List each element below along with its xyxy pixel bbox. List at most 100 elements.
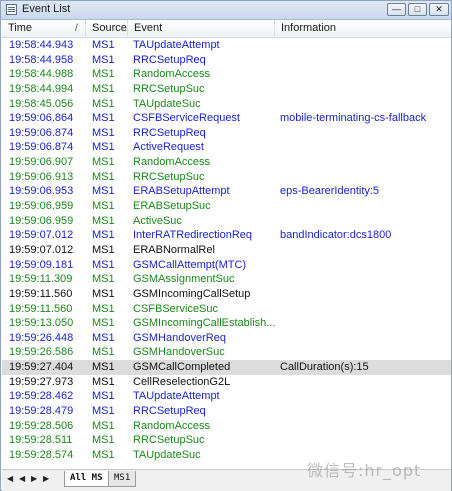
row-source: MS1 xyxy=(92,331,115,344)
nav-last-icon[interactable]: ▶ xyxy=(43,474,49,483)
table-row[interactable]: 19:59:09.181 MS1 GSMCallAttempt(MTC) xyxy=(2,258,451,273)
row-event: ERABSetupSuc xyxy=(133,200,211,213)
column-header-event[interactable]: Event xyxy=(128,20,275,37)
table-row[interactable]: 19:59:28.479 MS1 RRCSetupReq xyxy=(2,404,451,419)
row-event: TAUpdateSuc xyxy=(133,448,201,461)
table-row[interactable]: 19:59:11.309 MS1 GSMAssignmentSuc xyxy=(2,272,451,287)
row-time: 19:59:26.448 xyxy=(9,331,74,344)
row-event: RRCSetupReq xyxy=(133,405,206,418)
minimize-button[interactable]: — xyxy=(387,3,406,16)
row-time: 19:58:45.056 xyxy=(9,97,74,110)
event-list-window: Event List — □ ✕ Time / Source Event Inf… xyxy=(0,0,452,491)
row-time: 19:59:28.574 xyxy=(9,448,74,461)
row-event: CSFBServiceSuc xyxy=(133,302,218,315)
row-time: 19:59:06.864 xyxy=(9,112,74,125)
table-row[interactable]: 19:59:06.874 MS1 ActiveRequest xyxy=(2,140,451,155)
row-event: GSMHandoverReq xyxy=(133,331,226,344)
nav-next-icon[interactable]: ▶ xyxy=(31,474,37,483)
row-time: 19:59:06.907 xyxy=(9,156,74,169)
table-row[interactable]: 19:59:27.973 MS1 CellReselectionG2L xyxy=(2,375,451,390)
row-time: 19:59:07.012 xyxy=(9,229,74,242)
column-header: Time / Source Event Information xyxy=(2,20,451,38)
column-header-information[interactable]: Information xyxy=(275,20,451,37)
nav-prev-icon[interactable]: ◀ xyxy=(19,474,25,483)
table-row[interactable]: 19:59:28.506 MS1 RandomAccess xyxy=(2,419,451,434)
watermark: 微信号:hr_opt xyxy=(307,461,422,480)
row-time: 19:58:44.943 xyxy=(9,39,74,51)
table-row[interactable]: 19:58:44.994 MS1 RRCSetupSuc xyxy=(2,82,451,97)
table-row[interactable]: 19:59:26.586 MS1 GSMHandoverSuc xyxy=(2,345,451,360)
row-source: MS1 xyxy=(92,390,115,403)
row-source: MS1 xyxy=(92,53,115,66)
table-row[interactable]: 19:59:06.953 MS1 ERABSetupAttempt eps-Beare… xyxy=(2,184,451,199)
row-source: MS1 xyxy=(92,39,115,51)
table-row[interactable]: 19:58:44.943 MS1 TAUpdateAttempt xyxy=(2,38,451,53)
row-event: InterRATRedirectionReq xyxy=(133,229,253,242)
row-event: GSMCallAttempt(MTC) xyxy=(133,258,247,271)
nav-first-icon[interactable]: ◀ xyxy=(7,474,13,483)
table-row[interactable]: 19:59:11.560 MS1 GSMIncomingCallSetup xyxy=(2,287,451,302)
row-time: 19:59:06.913 xyxy=(9,170,74,183)
table-row[interactable]: 19:59:07.012 MS1 InterRATRedirectionReq ban… xyxy=(2,228,451,243)
close-button[interactable]: ✕ xyxy=(429,3,449,16)
row-event: CSFBServiceRequest xyxy=(133,112,240,125)
row-time: 19:58:44.988 xyxy=(9,68,74,81)
row-source: MS1 xyxy=(92,273,115,286)
row-information: mobile-terminating-cs-fallback xyxy=(280,112,427,125)
row-event: CellReselectionG2L xyxy=(133,375,231,388)
table-row[interactable]: 19:58:44.958 MS1 RRCSetupReq xyxy=(2,53,451,68)
table-row[interactable]: 19:59:13.050 MS1 GSMIncomingCallEstablish.… xyxy=(2,316,451,331)
row-time: 19:59:26.586 xyxy=(9,346,74,359)
table-row[interactable]: 19:59:06.959 MS1 ERABSetupSuc xyxy=(2,199,451,214)
table-row[interactable]: 19:59:28.511 MS1 RRCSetupSuc xyxy=(2,433,451,448)
table-row[interactable]: 19:59:06.913 MS1 RRCSetupSuc xyxy=(2,170,451,185)
table-row[interactable]: 19:58:44.988 MS1 RandomAccess xyxy=(2,67,451,82)
row-information: CallDuration(s):15 xyxy=(280,361,369,374)
row-event: RRCSetupSuc xyxy=(133,82,205,95)
tab-all-ms[interactable]: All MS xyxy=(64,471,109,487)
row-source: MS1 xyxy=(92,214,115,227)
row-source: MS1 xyxy=(92,405,115,418)
maximize-button[interactable]: □ xyxy=(408,3,427,16)
tab-ms1[interactable]: MS1 xyxy=(108,471,137,487)
column-header-time[interactable]: Time xyxy=(2,20,86,37)
row-time: 19:59:06.874 xyxy=(9,126,74,139)
list-window-icon xyxy=(6,4,17,15)
row-source: MS1 xyxy=(92,156,115,169)
table-row[interactable]: 19:59:27.404 MS1 GSMCallCompleted CallDurat… xyxy=(2,360,451,375)
table-row[interactable]: 19:59:06.864 MS1 CSFBServiceRequest mobile-… xyxy=(2,111,451,126)
row-event: RRCSetupSuc xyxy=(133,434,205,447)
sort-indicator: / xyxy=(75,23,78,34)
table-row[interactable]: 19:59:06.874 MS1 RRCSetupReq xyxy=(2,126,451,141)
row-time: 19:58:44.994 xyxy=(9,82,74,95)
row-source: MS1 xyxy=(92,243,115,256)
table-row[interactable]: 19:59:06.907 MS1 RandomAccess xyxy=(2,155,451,170)
row-time: 19:59:11.560 xyxy=(9,302,73,315)
row-time: 19:59:28.479 xyxy=(9,405,74,418)
row-source: MS1 xyxy=(92,258,115,271)
row-time: 19:59:06.953 xyxy=(9,185,74,198)
row-event: GSMIncomingCallSetup xyxy=(133,287,251,300)
table-row[interactable]: 19:59:06.959 MS1 ActiveSuc xyxy=(2,214,451,229)
table-row[interactable]: 19:59:11.560 MS1 CSFBServiceSuc xyxy=(2,302,451,317)
table-row[interactable]: 19:59:07.012 MS1 ERABNormalRel xyxy=(2,243,451,258)
row-source: MS1 xyxy=(92,200,115,213)
row-source: MS1 xyxy=(92,170,115,183)
row-event: ActiveSuc xyxy=(133,214,182,227)
table-row[interactable]: 19:58:45.056 MS1 TAUpdateSuc xyxy=(2,97,451,112)
row-source: MS1 xyxy=(92,68,115,81)
table-row[interactable]: 19:59:28.462 MS1 TAUpdateAttempt xyxy=(2,389,451,404)
column-header-source[interactable]: Source xyxy=(86,20,128,37)
row-information: eps-BearerIdentity:5 xyxy=(280,185,380,198)
row-source: MS1 xyxy=(92,185,115,198)
title-bar[interactable]: Event List — □ ✕ xyxy=(1,1,451,20)
row-source: MS1 xyxy=(92,317,115,330)
row-event: GSMCallCompleted xyxy=(133,361,231,374)
row-time: 19:59:28.511 xyxy=(9,434,73,447)
row-time: 19:58:44.958 xyxy=(9,53,74,66)
event-list[interactable]: 19:58:44.943 MS1 TAUpdateAttempt 19:58:44.9… xyxy=(2,38,451,469)
row-event: RandomAccess xyxy=(133,68,211,81)
table-row[interactable]: 19:59:26.448 MS1 GSMHandoverReq xyxy=(2,331,451,346)
row-event: ERABSetupAttempt xyxy=(133,185,230,198)
row-event: GSMAssignmentSuc xyxy=(133,273,235,286)
